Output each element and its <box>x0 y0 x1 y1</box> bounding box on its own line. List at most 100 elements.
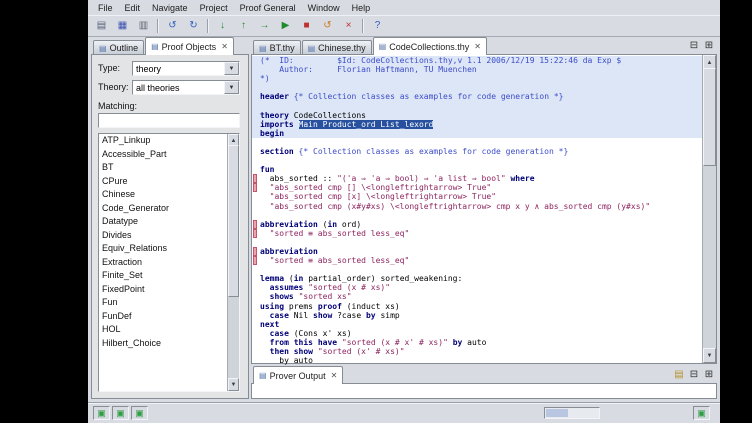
code-line[interactable]: abs_sorted :: "('a ⇒ 'a ⇒ bool) ⇒ 'a lis… <box>252 174 702 183</box>
print-button[interactable]: ▥ <box>133 17 154 36</box>
list-item[interactable]: Code_Generator <box>99 202 228 216</box>
theory-list[interactable]: ATP_LinkupAccessible_PartBTCPureChineseC… <box>98 133 240 392</box>
list-scrollbar[interactable]: ▲ ▼ <box>227 134 239 391</box>
code-line[interactable]: *) <box>252 74 702 83</box>
editor-scrollbar[interactable]: ▲ ▼ <box>702 55 716 363</box>
chevron-down-icon[interactable]: ▼ <box>224 81 239 94</box>
list-item[interactable]: ATP_Linkup <box>99 134 228 148</box>
list-item[interactable]: Chinese <box>99 188 228 202</box>
menu-item-edit[interactable]: Edit <box>119 2 147 14</box>
code-line[interactable]: case Nil show ?case by simp <box>252 311 702 320</box>
undo-button[interactable]: ↺ <box>162 17 183 36</box>
code-line[interactable] <box>252 265 702 274</box>
prover-output-body[interactable] <box>251 383 717 399</box>
menu-item-help[interactable]: Help <box>346 2 377 14</box>
code-line[interactable]: header {* Collection classes as examples… <box>252 92 702 101</box>
restart-button[interactable]: ↺ <box>317 17 338 36</box>
list-item[interactable]: HOL <box>99 323 228 337</box>
tab-outline[interactable]: ▤Outline <box>93 40 144 55</box>
code-line[interactable]: lemma (in partial_order) sorted_weakenin… <box>252 274 702 283</box>
menu-item-proof-general[interactable]: Proof General <box>234 2 302 14</box>
code-line[interactable]: Author: Florian Haftmann, TU Muenchen <box>252 65 702 74</box>
code-line[interactable]: next <box>252 320 702 329</box>
list-item[interactable]: Fun <box>99 296 228 310</box>
list-item[interactable]: Finite_Set <box>99 269 228 283</box>
code-line[interactable]: abbreviation <box>252 247 702 256</box>
list-item[interactable]: FunDef <box>99 310 228 324</box>
undo-step-button[interactable]: ↑ <box>233 17 254 36</box>
type-combo[interactable]: theory ▼ <box>132 61 240 76</box>
code-line[interactable]: case (Cons x' xs) <box>252 329 702 338</box>
code-line[interactable]: by auto <box>252 356 702 365</box>
code-line[interactable]: "abs_sorted cmp (x#y#xs) \<longleftright… <box>252 202 702 211</box>
status-indicator[interactable]: ▣ <box>693 406 710 420</box>
tab-prover-output[interactable]: ▤ Prover Output ✕ <box>253 366 343 384</box>
scroll-down-icon[interactable]: ▼ <box>703 348 716 363</box>
goto-button[interactable]: → <box>254 17 275 36</box>
matching-input[interactable] <box>98 113 240 128</box>
stop-button[interactable]: ■ <box>296 17 317 36</box>
code-line[interactable]: shows "sorted xs" <box>252 292 702 301</box>
code-line[interactable]: from this have "sorted (x # x' # xs)" by… <box>252 338 702 347</box>
menu-item-project[interactable]: Project <box>194 2 234 14</box>
code-line[interactable] <box>252 211 702 220</box>
redo-button[interactable]: ↻ <box>183 17 204 36</box>
help-button[interactable]: ? <box>367 17 388 36</box>
close-icon[interactable]: ✕ <box>221 42 228 51</box>
code-line[interactable]: then show "sorted (x' # xs)" <box>252 347 702 356</box>
tab-bt-thy[interactable]: ▤BT.thy <box>253 40 301 55</box>
code-line[interactable]: theory CodeCollections <box>252 111 702 120</box>
editor-body[interactable]: (* ID: $Id: CodeCollections.thy,v 1.1 20… <box>251 54 717 364</box>
save-button[interactable]: ▦ <box>112 17 133 36</box>
close-icon[interactable]: ✕ <box>474 42 481 51</box>
minimize-icon[interactable]: ⊟ <box>687 39 701 52</box>
scroll-lock-icon[interactable]: ▤ <box>672 368 686 381</box>
scroll-down-icon[interactable]: ▼ <box>228 378 239 391</box>
play-button[interactable]: ▶ <box>275 17 296 36</box>
code-line[interactable]: assumes "sorted (x # xs)" <box>252 283 702 292</box>
theory-combo[interactable]: all theories ▼ <box>132 80 240 95</box>
prover-status-icon-3[interactable]: ▣ <box>131 406 148 420</box>
code-area[interactable]: (* ID: $Id: CodeCollections.thy,v 1.1 20… <box>252 56 702 363</box>
code-line[interactable]: "abs_sorted cmp [] \<longleftrightarrow>… <box>252 183 702 192</box>
code-line[interactable] <box>252 83 702 92</box>
scrollbar-thumb[interactable] <box>703 68 716 166</box>
code-line[interactable]: begin <box>252 129 702 138</box>
scrollbar-thumb[interactable] <box>228 145 239 297</box>
tab-proof-objects[interactable]: ▤Proof Objects✕ <box>145 37 234 55</box>
close-icon[interactable]: ✕ <box>331 371 338 380</box>
code-line[interactable] <box>252 156 702 165</box>
prover-status-icon-1[interactable]: ▣ <box>93 406 110 420</box>
tab-chinese-thy[interactable]: ▤Chinese.thy <box>302 40 372 55</box>
menu-item-navigate[interactable]: Navigate <box>146 2 194 14</box>
code-line[interactable]: abbreviation (in ord) <box>252 220 702 229</box>
maximize-icon[interactable]: ⊞ <box>702 368 716 381</box>
code-line[interactable]: (* ID: $Id: CodeCollections.thy,v 1.1 20… <box>252 56 702 65</box>
list-item[interactable]: Accessible_Part <box>99 148 228 162</box>
list-item[interactable]: Extraction <box>99 256 228 270</box>
interrupt-button[interactable]: × <box>338 17 359 36</box>
new-button[interactable]: ▤ <box>91 17 112 36</box>
prover-status-icon-2[interactable]: ▣ <box>112 406 129 420</box>
list-item[interactable]: Equiv_Relations <box>99 242 228 256</box>
menu-item-file[interactable]: File <box>92 2 119 14</box>
chevron-down-icon[interactable]: ▼ <box>224 62 239 75</box>
list-item[interactable]: Divides <box>99 229 228 243</box>
menu-item-window[interactable]: Window <box>302 2 346 14</box>
list-item[interactable]: BT <box>99 161 228 175</box>
tab-codecollections-thy[interactable]: ▤CodeCollections.thy✕ <box>373 37 487 55</box>
minimize-icon[interactable]: ⊟ <box>687 368 701 381</box>
code-line[interactable]: fun <box>252 165 702 174</box>
code-line[interactable] <box>252 238 702 247</box>
list-item[interactable]: Datatype <box>99 215 228 229</box>
code-line[interactable]: section {* Collection classes as example… <box>252 147 702 156</box>
next-step-button[interactable]: ↓ <box>212 17 233 36</box>
code-line[interactable]: "sorted ≡ abs_sorted less_eq" <box>252 229 702 238</box>
code-line[interactable]: "sorted ≡ abs_sorted less_eq" <box>252 256 702 265</box>
list-item[interactable]: CPure <box>99 175 228 189</box>
code-line[interactable]: "abs_sorted cmp [x] \<longleftrightarrow… <box>252 192 702 201</box>
code-line[interactable] <box>252 138 702 147</box>
list-item[interactable]: Hilbert_Choice <box>99 337 228 351</box>
maximize-icon[interactable]: ⊞ <box>702 39 716 52</box>
code-line[interactable] <box>252 101 702 110</box>
